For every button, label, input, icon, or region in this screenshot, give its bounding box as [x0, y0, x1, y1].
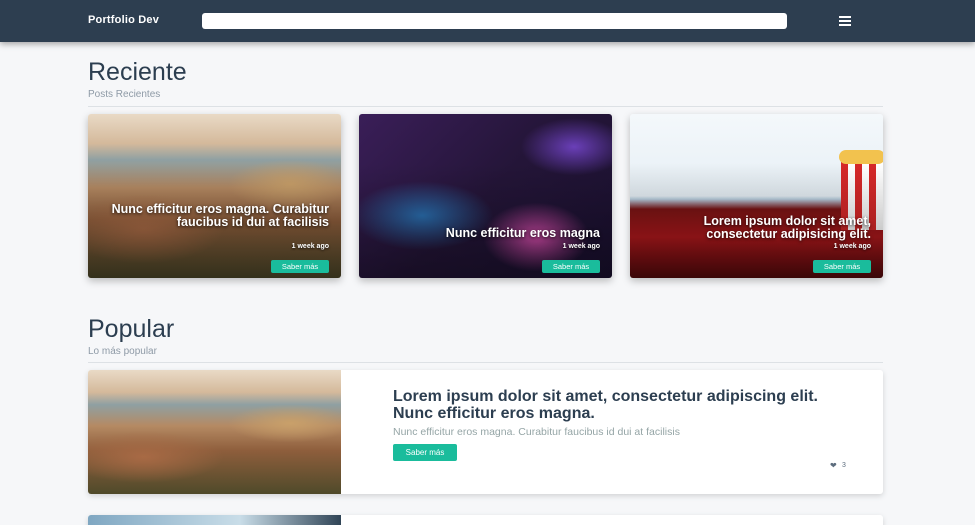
popular-post-card[interactable]	[88, 515, 883, 525]
top-navbar: Portfolio Dev	[0, 0, 975, 42]
heart-icon[interactable]: ❤	[830, 461, 837, 470]
post-image	[88, 370, 341, 494]
recent-section-title: Reciente	[88, 58, 187, 86]
post-time: 1 week ago	[833, 243, 871, 250]
read-more-button[interactable]: Saber más	[542, 260, 600, 273]
post-excerpt: Nunc efficitur eros magna. Curabitur fau…	[393, 426, 680, 438]
recent-section-subtitle: Posts Recientes	[88, 89, 161, 100]
read-more-button[interactable]: Saber más	[813, 260, 871, 273]
recent-post-card[interactable]: Nunc efficitur eros magna. Curabitur fau…	[88, 114, 341, 278]
search-input[interactable]	[202, 13, 787, 29]
post-title: Nunc efficitur eros magna	[445, 226, 600, 240]
popular-post-card[interactable]: Lorem ipsum dolor sit amet, consectetur …	[88, 370, 883, 494]
post-time: 1 week ago	[562, 243, 600, 250]
read-more-button[interactable]: Saber más	[271, 260, 329, 273]
section-divider	[88, 362, 883, 363]
popular-section-subtitle: Lo más popular	[88, 346, 157, 357]
post-image	[88, 515, 341, 525]
brand-logo[interactable]: Portfolio Dev	[88, 14, 159, 26]
post-time: 1 week ago	[291, 243, 329, 250]
hamburger-icon[interactable]	[836, 14, 854, 28]
post-title: Nunc efficitur eros magna. Curabitur fau…	[111, 202, 329, 229]
popular-section-title: Popular	[88, 315, 175, 343]
recent-post-card[interactable]: Nunc efficitur eros magna 1 week ago Sab…	[359, 114, 612, 278]
recent-post-card[interactable]: Lorem ipsum dolor sit amet, consectetur …	[630, 114, 883, 278]
like-count: 3	[842, 462, 846, 469]
post-title[interactable]: Lorem ipsum dolor sit amet, consectetur …	[393, 388, 843, 422]
post-title: Lorem ipsum dolor sit amet, consectetur …	[703, 214, 871, 241]
section-divider	[88, 106, 883, 107]
read-more-button[interactable]: Saber más	[393, 444, 457, 461]
